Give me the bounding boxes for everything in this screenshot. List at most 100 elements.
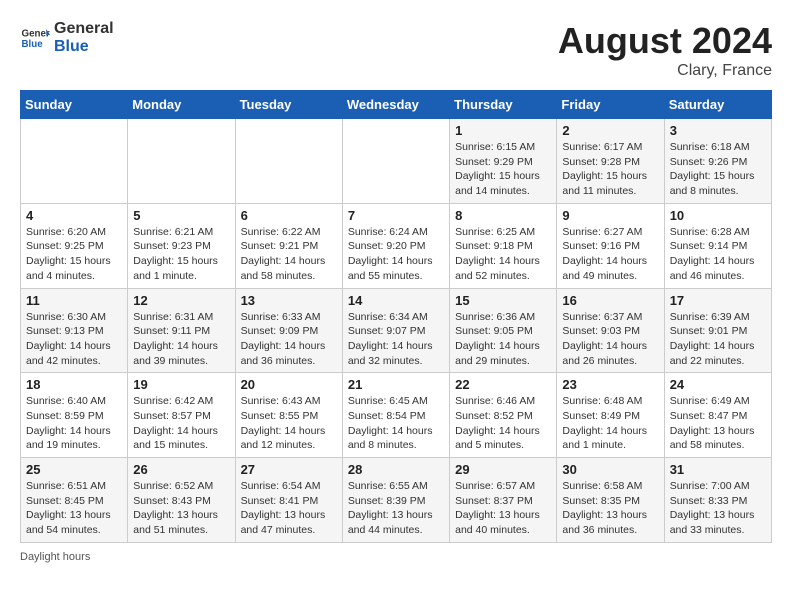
logo-general-text: General	[54, 20, 114, 38]
logo-blue-text: Blue	[54, 38, 114, 56]
calendar-cell: 4 Sunrise: 6:20 AM Sunset: 9:25 PM Daylig…	[21, 203, 128, 288]
day-number: 20	[241, 377, 337, 392]
calendar-cell: 14 Sunrise: 6:34 AM Sunset: 9:07 PM Dayli…	[342, 288, 449, 373]
day-number: 10	[670, 208, 766, 223]
day-number: 2	[562, 123, 658, 138]
day-number: 13	[241, 293, 337, 308]
day-info: Sunrise: 7:00 AM Sunset: 8:33 PM Dayligh…	[670, 479, 766, 538]
day-number: 4	[26, 208, 122, 223]
footer-daylight-label: Daylight hours	[20, 551, 772, 563]
calendar-cell: 12Sunrise: 6:31 AM Sunset: 9:11 PM Dayli…	[128, 288, 235, 373]
day-info: Sunrise: 6:49 AM Sunset: 8:47 PM Dayligh…	[670, 394, 766, 453]
day-number: 6	[241, 208, 337, 223]
day-info: Sunrise: 6:25 AM Sunset: 9:18 PM Dayligh…	[455, 225, 551, 284]
day-number: 28	[348, 462, 444, 477]
calendar-cell	[235, 119, 342, 204]
day-info: Sunrise: 6:18 AM Sunset: 9:26 PM Dayligh…	[670, 140, 766, 199]
day-info: Sunrise: 6:54 AM Sunset: 8:41 PM Dayligh…	[241, 479, 337, 538]
calendar-cell: 30 Sunrise: 6:58 AM Sunset: 8:35 PM Dayli…	[557, 458, 664, 543]
calendar-cell: 16 Sunrise: 6:37 AM Sunset: 9:03 PM Dayli…	[557, 288, 664, 373]
day-info: Sunrise: 6:37 AM Sunset: 9:03 PM Dayligh…	[562, 310, 658, 369]
day-info: Sunrise: 6:57 AM Sunset: 8:37 PM Dayligh…	[455, 479, 551, 538]
day-info: Sunrise: 6:17 AM Sunset: 9:28 PM Dayligh…	[562, 140, 658, 199]
day-info: Sunrise: 6:20 AM Sunset: 9:25 PM Dayligh…	[26, 225, 122, 284]
calendar-cell: 18 Sunrise: 6:40 AM Sunset: 8:59 PM Dayli…	[21, 373, 128, 458]
day-info: Sunrise: 6:36 AM Sunset: 9:05 PM Dayligh…	[455, 310, 551, 369]
day-number: 9	[562, 208, 658, 223]
calendar-cell	[128, 119, 235, 204]
day-number: 18	[26, 377, 122, 392]
day-number: 12	[133, 293, 229, 308]
calendar-cell: 25 Sunrise: 6:51 AM Sunset: 8:45 PM Dayli…	[21, 458, 128, 543]
weekday-header-tuesday: Tuesday	[235, 91, 342, 119]
day-number: 14	[348, 293, 444, 308]
month-year-title: August 2024	[558, 20, 772, 62]
day-number: 11	[26, 293, 122, 308]
day-info: Sunrise: 6:55 AM Sunset: 8:39 PM Dayligh…	[348, 479, 444, 538]
page-header: General Blue General Blue August 2024 Cl…	[20, 20, 772, 80]
svg-text:Blue: Blue	[22, 39, 44, 50]
day-info: Sunrise: 6:21 AM Sunset: 9:23 PM Dayligh…	[133, 225, 229, 284]
calendar-cell: 1 Sunrise: 6:15 AM Sunset: 9:29 PM Daylig…	[450, 119, 557, 204]
day-number: 15	[455, 293, 551, 308]
calendar-cell: 23 Sunrise: 6:48 AM Sunset: 8:49 PM Dayli…	[557, 373, 664, 458]
day-info: Sunrise: 6:46 AM Sunset: 8:52 PM Dayligh…	[455, 394, 551, 453]
calendar-week-row: 1 Sunrise: 6:15 AM Sunset: 9:29 PM Daylig…	[21, 119, 772, 204]
calendar-table: SundayMondayTuesdayWednesdayThursdayFrid…	[20, 90, 772, 543]
weekday-header-wednesday: Wednesday	[342, 91, 449, 119]
day-info: Sunrise: 6:28 AM Sunset: 9:14 PM Dayligh…	[670, 225, 766, 284]
calendar-cell: 13 Sunrise: 6:33 AM Sunset: 9:09 PM Dayli…	[235, 288, 342, 373]
calendar-cell: 15 Sunrise: 6:36 AM Sunset: 9:05 PM Dayli…	[450, 288, 557, 373]
day-number: 21	[348, 377, 444, 392]
calendar-cell	[342, 119, 449, 204]
day-info: Sunrise: 6:27 AM Sunset: 9:16 PM Dayligh…	[562, 225, 658, 284]
day-info: Sunrise: 6:42 AM Sunset: 8:57 PM Dayligh…	[133, 394, 229, 453]
day-info: Sunrise: 6:15 AM Sunset: 9:29 PM Dayligh…	[455, 140, 551, 199]
day-info: Sunrise: 6:51 AM Sunset: 8:45 PM Dayligh…	[26, 479, 122, 538]
calendar-cell: 20 Sunrise: 6:43 AM Sunset: 8:55 PM Dayli…	[235, 373, 342, 458]
calendar-cell	[21, 119, 128, 204]
day-number: 30	[562, 462, 658, 477]
day-number: 27	[241, 462, 337, 477]
day-info: Sunrise: 6:48 AM Sunset: 8:49 PM Dayligh…	[562, 394, 658, 453]
day-info: Sunrise: 6:22 AM Sunset: 9:21 PM Dayligh…	[241, 225, 337, 284]
day-number: 23	[562, 377, 658, 392]
calendar-cell: 9 Sunrise: 6:27 AM Sunset: 9:16 PM Daylig…	[557, 203, 664, 288]
day-number: 17	[670, 293, 766, 308]
day-info: Sunrise: 6:39 AM Sunset: 9:01 PM Dayligh…	[670, 310, 766, 369]
weekday-header-friday: Friday	[557, 91, 664, 119]
calendar-cell: 8Sunrise: 6:25 AM Sunset: 9:18 PM Daylig…	[450, 203, 557, 288]
svg-text:General: General	[22, 28, 51, 39]
logo: General Blue General Blue	[20, 20, 114, 55]
day-number: 26	[133, 462, 229, 477]
calendar-cell: 5 Sunrise: 6:21 AM Sunset: 9:23 PM Daylig…	[128, 203, 235, 288]
day-number: 1	[455, 123, 551, 138]
logo-icon: General Blue	[20, 23, 50, 53]
day-number: 31	[670, 462, 766, 477]
calendar-cell: 21Sunrise: 6:45 AM Sunset: 8:54 PM Dayli…	[342, 373, 449, 458]
day-info: Sunrise: 6:52 AM Sunset: 8:43 PM Dayligh…	[133, 479, 229, 538]
day-info: Sunrise: 6:33 AM Sunset: 9:09 PM Dayligh…	[241, 310, 337, 369]
calendar-cell: 29Sunrise: 6:57 AM Sunset: 8:37 PM Dayli…	[450, 458, 557, 543]
calendar-cell: 22 Sunrise: 6:46 AM Sunset: 8:52 PM Dayli…	[450, 373, 557, 458]
day-number: 7	[348, 208, 444, 223]
day-number: 3	[670, 123, 766, 138]
location-subtitle: Clary, France	[558, 62, 772, 80]
day-info: Sunrise: 6:43 AM Sunset: 8:55 PM Dayligh…	[241, 394, 337, 453]
day-number: 25	[26, 462, 122, 477]
weekday-header-monday: Monday	[128, 91, 235, 119]
day-number: 16	[562, 293, 658, 308]
day-number: 22	[455, 377, 551, 392]
calendar-week-row: 18 Sunrise: 6:40 AM Sunset: 8:59 PM Dayli…	[21, 373, 772, 458]
day-info: Sunrise: 6:34 AM Sunset: 9:07 PM Dayligh…	[348, 310, 444, 369]
calendar-cell: 3 Sunrise: 6:18 AM Sunset: 9:26 PM Daylig…	[664, 119, 771, 204]
calendar-week-row: 25 Sunrise: 6:51 AM Sunset: 8:45 PM Dayli…	[21, 458, 772, 543]
day-number: 19	[133, 377, 229, 392]
weekday-header-row: SundayMondayTuesdayWednesdayThursdayFrid…	[21, 91, 772, 119]
calendar-cell: 11Sunrise: 6:30 AM Sunset: 9:13 PM Dayli…	[21, 288, 128, 373]
calendar-cell: 27 Sunrise: 6:54 AM Sunset: 8:41 PM Dayli…	[235, 458, 342, 543]
day-number: 5	[133, 208, 229, 223]
day-info: Sunrise: 6:58 AM Sunset: 8:35 PM Dayligh…	[562, 479, 658, 538]
day-info: Sunrise: 6:40 AM Sunset: 8:59 PM Dayligh…	[26, 394, 122, 453]
calendar-week-row: 4 Sunrise: 6:20 AM Sunset: 9:25 PM Daylig…	[21, 203, 772, 288]
